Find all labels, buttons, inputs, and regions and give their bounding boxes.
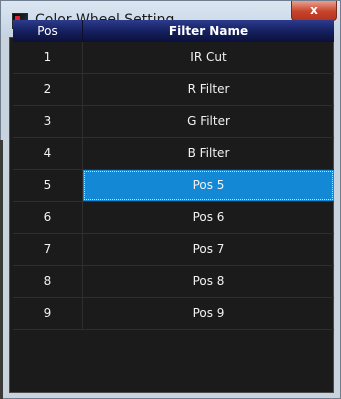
window-left-edge [0, 140, 3, 399]
table-row[interactable]: 7 Pos 7 [13, 234, 334, 266]
pos-cell: 5 [13, 170, 83, 201]
table-row[interactable]: 4 B Filter [13, 138, 334, 170]
table-header: Pos Filter Name [13, 20, 334, 42]
column-header-pos[interactable]: Pos [13, 20, 83, 42]
pos-cell: 4 [13, 138, 83, 169]
pos-cell: 3 [13, 106, 83, 137]
pos-cell: 9 [13, 298, 83, 329]
pos-cell: 1 [13, 42, 83, 73]
filter-name-cell[interactable]: IR Cut [83, 42, 334, 73]
filter-name-cell[interactable]: G Filter [83, 106, 334, 137]
filter-name-cell[interactable]: Pos 8 [83, 266, 334, 297]
filter-name-cell[interactable]: Pos 6 [83, 202, 334, 233]
table-row[interactable]: 1 IR Cut [13, 42, 334, 74]
filter-table: Pos Filter Name 1 IR Cut 2 R Filter 3 G … [13, 20, 334, 381]
pos-cell: 6 [13, 202, 83, 233]
table-row[interactable]: 8 Pos 8 [13, 266, 334, 298]
filter-name-cell[interactable]: Pos 9 [83, 298, 334, 329]
pos-cell: 8 [13, 266, 83, 297]
close-button[interactable]: x [291, 1, 337, 21]
filter-name-cell[interactable]: Pos 7 [83, 234, 334, 265]
close-icon: x [310, 3, 318, 17]
filter-name-cell[interactable]: B Filter [83, 138, 334, 169]
table-row[interactable]: 2 R Filter [13, 74, 334, 106]
pos-cell: 2 [13, 74, 83, 105]
filter-name-cell[interactable]: R Filter [83, 74, 334, 105]
table-row[interactable]: 6 Pos 6 [13, 202, 334, 234]
column-header-filter-name[interactable]: Filter Name [83, 20, 334, 42]
filter-name-cell[interactable]: Pos 5 [83, 170, 334, 201]
table-row[interactable]: 9 Pos 9 [13, 298, 334, 330]
table-row-selected[interactable]: 5 Pos 5 [13, 170, 334, 202]
table-row[interactable]: 3 G Filter [13, 106, 334, 138]
pos-cell: 7 [13, 234, 83, 265]
